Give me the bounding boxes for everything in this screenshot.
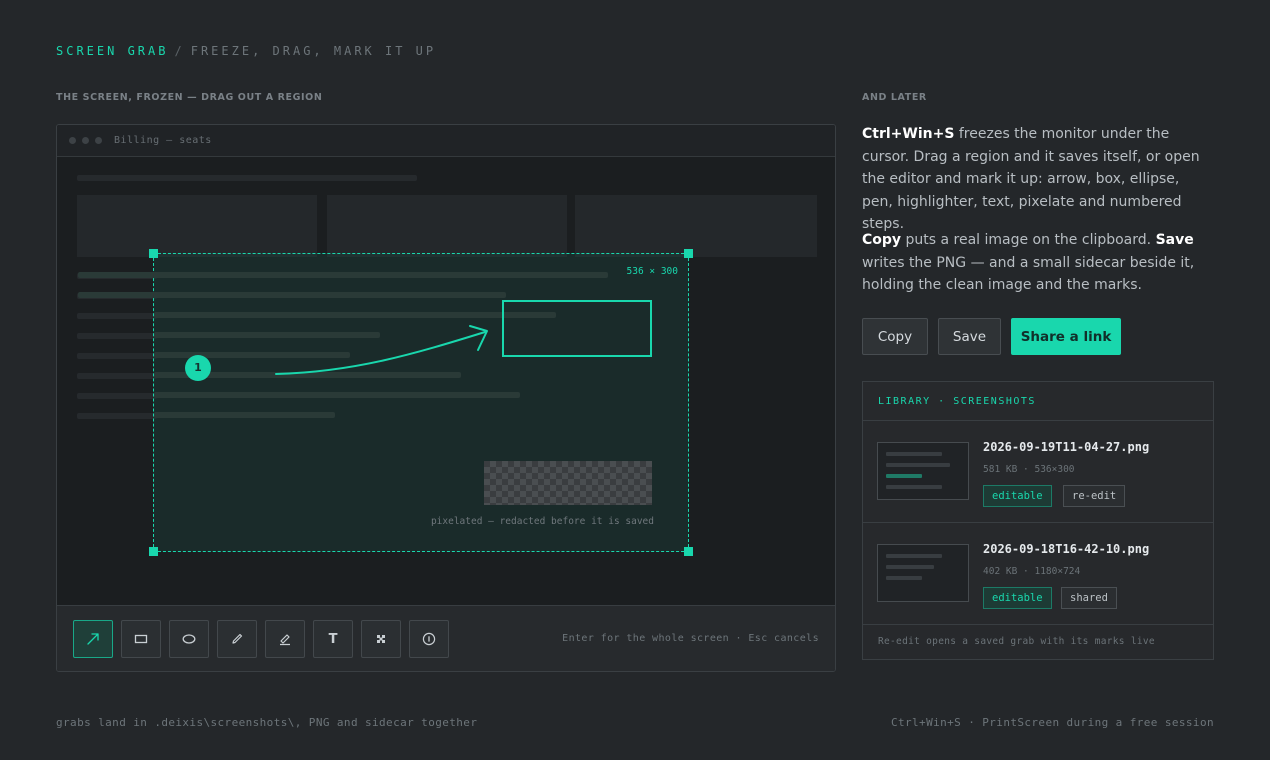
pen-icon [232,633,243,644]
ellipse-icon [182,634,196,644]
copy-save-description: Copy puts a real image on the clipboard.… [862,229,1214,297]
placeholder-line [77,393,157,399]
frozen-section-label: THE SCREEN, FROZEN — DRAG OUT A REGION [56,92,323,103]
window-dot-icon [69,137,76,144]
footer-save-location: grabs land in .deixis\screenshots\, PNG … [56,716,478,729]
numbered-step-badge[interactable]: 1 [185,355,211,381]
placeholder-line [77,373,157,379]
selection-region[interactable]: 536 × 300 1 pixelated — redacted before … [78,249,693,556]
placeholder-line [77,353,157,359]
highlighter-tool-button[interactable] [265,620,305,658]
resize-handle-bottom-right[interactable] [684,547,693,556]
highlighter-icon [280,634,290,646]
thumbnail-line [886,485,942,489]
placeholder-card [77,195,317,257]
thumbnail-line [886,565,934,569]
placeholder-card [327,195,567,257]
box-tool-button[interactable] [121,620,161,658]
editable-badge: editable [983,587,1052,609]
library-footnote: Re-edit opens a saved grab with its mark… [878,636,1155,647]
shared-badge: shared [1061,587,1117,609]
arrow-icon [87,633,99,645]
footer-shortcuts: Ctrl+Win+S · PrintScreen during a free s… [890,716,1214,729]
app-header: SCREEN GRAB / FREEZE, DRAG, MARK IT UP [56,44,436,58]
placeholder-line [77,413,157,419]
window-dot-icon [95,137,102,144]
text-tool-button[interactable]: T [313,620,353,658]
editable-badge: editable [983,485,1052,507]
text-icon: T [328,631,338,647]
placeholder-line [77,175,417,181]
thumbnail-line [886,554,942,558]
save-term: Save [1155,232,1194,248]
placeholder-card [575,195,817,257]
pixelated-region[interactable] [484,461,652,505]
library-item[interactable]: 2026-09-18T16-42-10.png 402 KB · 1180×72… [863,523,1213,625]
library-title: LIBRARY · SCREENSHOTS [863,382,1213,421]
frozen-screen-window: Billing — seats 536 × 300 1 pixelated — … [56,124,836,672]
copy-text: puts a real image on the clipboard. [901,232,1156,248]
numbered-step-icon [422,632,436,646]
thumbnail-line [886,463,950,467]
screenshot-library: LIBRARY · SCREENSHOTS 2026-09-19T11-04-2… [862,381,1214,660]
pixelate-tool-button[interactable] [361,620,401,658]
resize-handle-bottom-left[interactable] [149,547,158,556]
arrow-annotation[interactable] [154,254,690,553]
share-link-button[interactable]: Share a link [1011,318,1121,355]
annotation-toolbar: T Enter for the whole screen · Esc cance… [57,605,835,671]
brand-separator: / [174,44,185,58]
library-item[interactable]: 2026-09-19T11-04-27.png 581 KB · 536×300… [863,421,1213,523]
brand-tagline: FREEZE, DRAG, MARK IT UP [190,44,437,58]
pen-tool-button[interactable] [217,620,257,658]
brand-name: SCREEN GRAB [56,44,169,58]
toolbar-hint: Enter for the whole screen · Esc cancels [562,633,819,644]
ellipse-tool-button[interactable] [169,620,209,658]
shortcut-description: Ctrl+Win+S freezes the monitor under the… [862,123,1214,236]
file-meta: 402 KB · 1180×724 [983,566,1081,577]
later-section-label: AND LATER [862,92,927,103]
placeholder-line [77,313,157,319]
pixelate-caption: pixelated — redacted before it is saved [430,516,654,527]
window-title: Billing — seats [114,135,212,146]
file-name: 2026-09-18T16-42-10.png [983,542,1150,556]
save-button[interactable]: Save [938,318,1001,355]
rectangle-icon [134,634,148,644]
thumbnail-line [886,474,922,478]
file-name: 2026-09-19T11-04-27.png [983,440,1150,454]
copy-button[interactable]: Copy [862,318,928,355]
re-edit-button[interactable]: re-edit [1063,485,1126,507]
window-dot-icon [82,137,89,144]
copy-term: Copy [862,232,902,248]
shortcut-key: Ctrl+Win+S [862,126,955,142]
arrow-tool-button[interactable] [73,620,113,658]
resize-handle-top-left[interactable] [149,249,158,258]
thumbnail-line [886,452,942,456]
resize-handle-top-right[interactable] [684,249,693,258]
placeholder-line [77,333,157,339]
save-text: writes the PNG — and a small sidecar bes… [862,254,1195,294]
screenshot-thumbnail[interactable] [877,544,969,602]
thumbnail-line [886,576,922,580]
window-titlebar: Billing — seats [57,125,835,157]
screenshot-thumbnail[interactable] [877,442,969,500]
frozen-canvas[interactable]: 536 × 300 1 pixelated — redacted before … [57,157,835,605]
pixelate-icon [377,635,385,643]
file-meta: 581 KB · 536×300 [983,464,1075,475]
step-tool-button[interactable] [409,620,449,658]
